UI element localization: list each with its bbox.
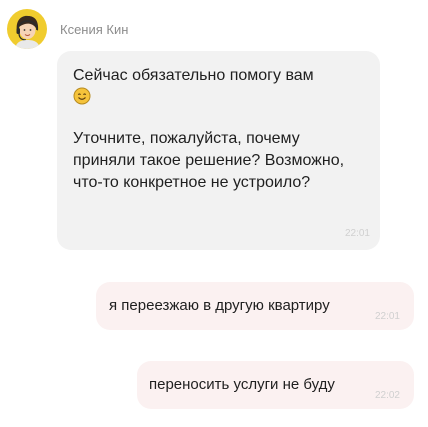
smiling-face-icon <box>73 87 91 105</box>
message-text: я переезжаю в другую квартиру <box>109 297 330 314</box>
message-paragraph: Сейчас обязательно помогу вам <box>73 67 314 84</box>
message-timestamp: 22:01 <box>374 311 400 322</box>
avatar[interactable] <box>7 9 47 49</box>
message-text: переносить услуги не буду <box>149 376 335 393</box>
emoji-line <box>73 87 366 109</box>
outgoing-message: я переезжаю в другую квартиру 22:01 <box>96 282 414 330</box>
message-text: Сейчас обязательно помогу вам Уточните, … <box>73 65 366 194</box>
operator-avatar-icon <box>15 15 40 49</box>
sender-name: Ксения Кин <box>60 21 129 37</box>
message-paragraph: Уточните, пожалуйста, почему приняли так… <box>73 130 345 191</box>
message-timestamp: 22:01 <box>344 228 370 239</box>
chat-header: Ксения Кин <box>7 9 128 49</box>
incoming-message: Сейчас обязательно помогу вам Уточните, … <box>57 51 380 250</box>
outgoing-message: переносить услуги не буду 22:02 <box>137 361 414 409</box>
message-timestamp: 22:02 <box>374 390 400 401</box>
